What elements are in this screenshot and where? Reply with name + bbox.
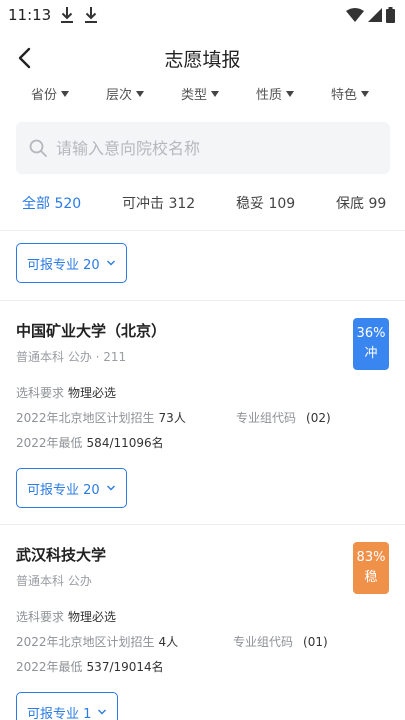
divider xyxy=(0,230,405,231)
chevron-down-icon xyxy=(98,709,107,715)
major-list-button[interactable]: 可报专业 20 xyxy=(16,243,127,283)
enrollment-plan: 2022年北京地区计划招生 4人 xyxy=(16,635,179,649)
group-code: 专业组代码 (01) xyxy=(233,635,328,649)
wifi-icon xyxy=(346,8,364,22)
search-box[interactable] xyxy=(16,122,390,174)
download-icon xyxy=(61,7,73,23)
filter-nature[interactable]: 性质 xyxy=(256,84,295,103)
filter-type[interactable]: 类型 xyxy=(181,84,220,103)
dropdown-caret-icon xyxy=(136,90,145,97)
enrollment-plan: 2022年北京地区计划招生 73人 xyxy=(16,411,186,425)
min-score: 2022年最低 537/19014名 xyxy=(16,660,164,674)
subject-requirement: 选科要求 物理必选 xyxy=(16,610,117,624)
dropdown-caret-icon xyxy=(61,90,70,97)
status-icons xyxy=(346,7,395,23)
major-list-button[interactable]: 可报专业 20 xyxy=(16,468,127,508)
min-score: 2022年最低 584/11096名 xyxy=(16,436,164,450)
divider xyxy=(0,300,405,301)
divider xyxy=(0,524,405,525)
status-time: 11:13 xyxy=(8,6,52,24)
school-meta: 普通本科 公办 xyxy=(16,574,92,588)
search-icon xyxy=(29,139,47,157)
group-code: 专业组代码 (02) xyxy=(236,411,331,425)
category-tabs: 全部 520 可冲击 312 稳妥 109 保底 99 xyxy=(0,193,405,219)
download-icon xyxy=(85,7,97,23)
probability-badge: 36% 冲 xyxy=(353,318,389,370)
tab-reach[interactable]: 可冲击 312 xyxy=(122,193,195,213)
filter-feature[interactable]: 特色 xyxy=(331,84,370,103)
tab-safety[interactable]: 保底 99 xyxy=(336,193,386,213)
dropdown-caret-icon xyxy=(286,90,295,97)
dropdown-caret-icon xyxy=(211,90,220,97)
tab-match[interactable]: 稳妥 109 xyxy=(236,193,295,213)
top-bar: 志愿填报 xyxy=(0,40,405,76)
probability-badge: 83% 稳 xyxy=(353,542,389,594)
school-name: 中国矿业大学（北京） xyxy=(16,322,167,340)
subject-requirement: 选科要求 物理必选 xyxy=(16,386,117,400)
search-input[interactable] xyxy=(56,138,356,158)
signal-icon xyxy=(368,8,382,22)
filter-province[interactable]: 省份 xyxy=(31,84,70,103)
battery-icon xyxy=(386,7,395,23)
dropdown-caret-icon xyxy=(361,90,370,97)
chevron-down-icon xyxy=(106,260,115,266)
status-bar: 11:13 xyxy=(0,0,405,32)
chevron-down-icon xyxy=(106,485,115,491)
page-title: 志愿填报 xyxy=(164,49,241,71)
filter-level[interactable]: 层次 xyxy=(106,84,145,103)
school-meta: 普通本科 公办 · 211 xyxy=(16,350,127,364)
filter-bar: 省份 层次 类型 性质 特色 xyxy=(0,84,405,108)
major-list-button[interactable]: 可报专业 1 xyxy=(16,692,119,720)
tab-all[interactable]: 全部 520 xyxy=(22,193,81,213)
school-name: 武汉科技大学 xyxy=(16,546,107,564)
